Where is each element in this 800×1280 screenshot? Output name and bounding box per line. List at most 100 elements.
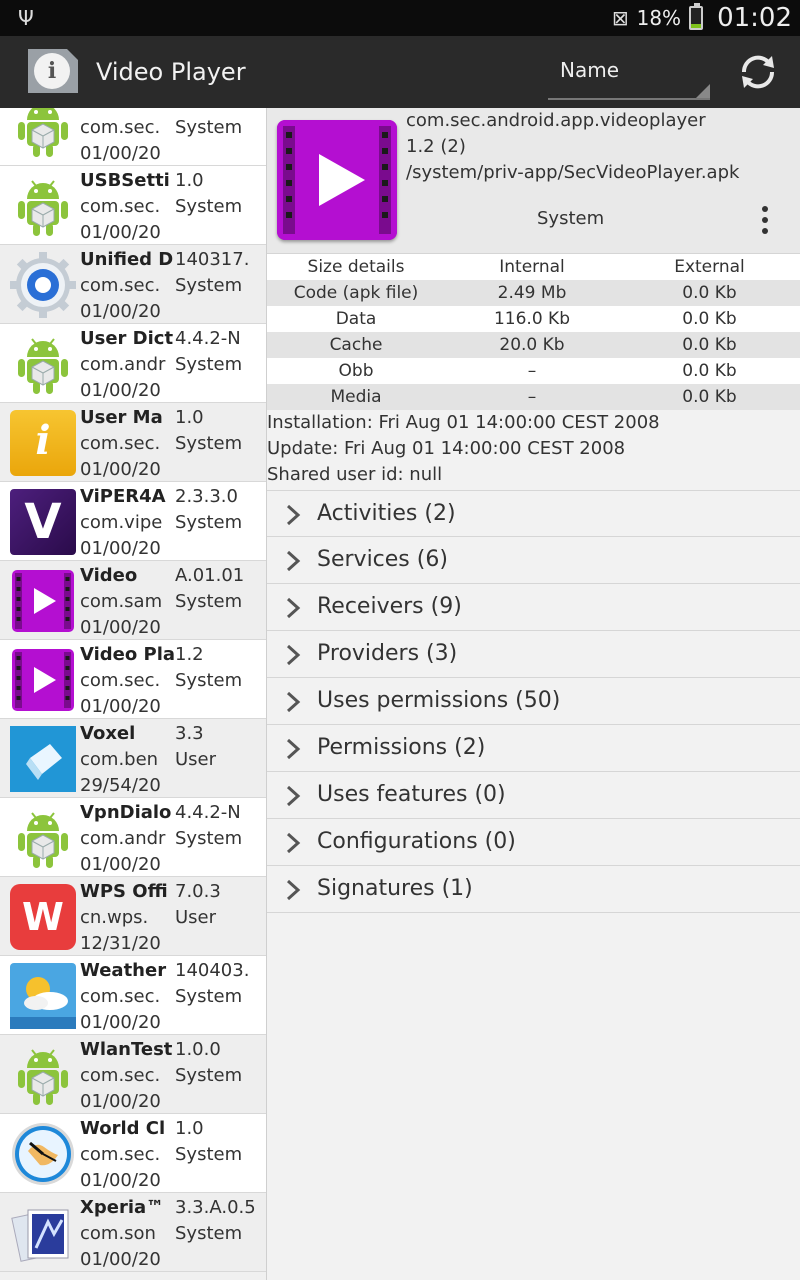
overflow-menu-icon[interactable] xyxy=(755,204,775,236)
size-table-cell: 0.0 Kb xyxy=(682,387,737,407)
usb-icon: Ψ xyxy=(18,6,34,30)
chevron-right-icon xyxy=(286,597,301,619)
detail-sections: Activities (2) Services (6) Receivers (9) P… xyxy=(267,490,800,913)
app-version: 7.0.3 xyxy=(175,881,221,902)
app-type: System xyxy=(175,828,243,849)
app-type: System xyxy=(175,117,243,138)
app-list-item[interactable]: WlanTest 1.0.0 com.sec. System 01/00/20 xyxy=(0,1035,266,1114)
usermanual-app-icon: i xyxy=(10,410,76,476)
spinner-arrow-icon xyxy=(696,84,710,98)
update-date: Update: Fri Aug 01 14:00:00 CEST 2008 xyxy=(267,438,626,459)
app-type: User xyxy=(175,749,217,770)
detail-section-8[interactable]: Signatures (1) xyxy=(267,866,800,913)
size-table-row: Media – 0.0 Kb xyxy=(267,384,800,410)
size-table-cell: Obb xyxy=(338,361,374,381)
chevron-right-icon xyxy=(286,879,301,901)
detail-section-label: Services (6) xyxy=(317,547,448,572)
app-list-item[interactable]: W WPS Offi 7.0.3 cn.wps. User 12/31/20 xyxy=(0,877,266,956)
detail-section-label: Providers (3) xyxy=(317,641,458,666)
size-table-header-cell: Size details xyxy=(307,257,405,277)
app-list-item[interactable]: V ViPER4A 2.3.3.0 com.vipe System 01/00/20 xyxy=(0,482,266,561)
size-table-row: Data 116.0 Kb 0.0 Kb xyxy=(267,306,800,332)
app-name: VpnDialo xyxy=(80,802,172,823)
detail-section-label: Configurations (0) xyxy=(317,829,516,854)
app-list-item[interactable]: VpnDialo 4.4.2-N com.andr System 01/00/20 xyxy=(0,798,266,877)
app-list-item[interactable]: com.sec. System 01/00/20 xyxy=(0,108,266,166)
app-name: Video Pla xyxy=(80,644,174,665)
detail-section-label: Activities (2) xyxy=(317,501,456,526)
info-icon[interactable]: i xyxy=(28,49,78,93)
detail-section-label: Receivers (9) xyxy=(317,594,462,619)
app-version: 2.3.3.0 xyxy=(175,486,238,507)
app-package: com.sec. xyxy=(80,433,161,454)
app-name: WlanTest xyxy=(80,1039,173,1060)
size-table-cell: Data xyxy=(335,309,377,329)
clock-app-icon xyxy=(10,1121,76,1187)
app-type: System xyxy=(175,512,243,533)
detail-section-5[interactable]: Permissions (2) xyxy=(267,725,800,772)
size-table-cell: – xyxy=(527,361,537,381)
detail-section-6[interactable]: Uses features (0) xyxy=(267,772,800,819)
app-list-item[interactable]: USBSetti 1.0 com.sec. System 01/00/20 xyxy=(0,166,266,245)
app-version: 140403. xyxy=(175,960,250,981)
app-list[interactable]: com.sec. System 01/00/20 USBSetti 1.0 com.sec… xyxy=(0,108,267,1280)
detail-section-1[interactable]: Services (6) xyxy=(267,537,800,584)
app-name: Weather xyxy=(80,960,167,981)
app-type: System xyxy=(175,1144,243,1165)
app-list-item[interactable]: Video A.01.01 com.sam System 01/00/20 xyxy=(0,561,266,640)
app-list-item[interactable]: User Dict 4.4.2-N com.andr System 01/00/20 xyxy=(0,324,266,403)
app-date: 01/00/20 xyxy=(80,459,161,480)
video-player-icon xyxy=(277,120,397,240)
app-package: com.sec. xyxy=(80,986,161,1007)
refresh-icon[interactable] xyxy=(736,50,780,94)
app-name: User Dict xyxy=(80,328,174,349)
chevron-right-icon xyxy=(286,785,301,807)
app-version: 1.0 xyxy=(175,407,204,428)
detail-section-2[interactable]: Receivers (9) xyxy=(267,584,800,631)
detail-section-7[interactable]: Configurations (0) xyxy=(267,819,800,866)
voxel-app-icon xyxy=(10,726,76,792)
app-date: 01/00/20 xyxy=(80,696,161,717)
detail-section-0[interactable]: Activities (2) xyxy=(267,490,800,537)
app-list-item[interactable]: i User Ma 1.0 com.sec. System 01/00/20 xyxy=(0,403,266,482)
app-type: User xyxy=(175,907,217,928)
app-date: 01/00/20 xyxy=(80,1249,161,1270)
page-title: Video Player xyxy=(96,58,246,86)
app-date: 01/00/20 xyxy=(80,1091,161,1112)
size-table-cell: 20.0 Kb xyxy=(499,335,565,355)
app-list-item[interactable]: Xperia™ 3.3.A.0.5 com.son System 01/00/20 xyxy=(0,1193,266,1272)
app-name: USBSetti xyxy=(80,170,170,191)
app-list-item[interactable]: World Cl 1.0 com.sec. System 01/00/20 xyxy=(0,1114,266,1193)
app-type: System xyxy=(175,196,243,217)
video-app-icon xyxy=(10,568,76,634)
app-version: 4.4.2-N xyxy=(175,328,241,349)
app-name: WPS Offi xyxy=(80,881,168,902)
size-table-cell: 0.0 Kb xyxy=(682,361,737,381)
app-package: com.andr xyxy=(80,828,166,849)
android-app-icon xyxy=(10,108,76,160)
app-list-item[interactable]: Weather 140403. com.sec. System 01/00/20 xyxy=(0,956,266,1035)
sort-spinner[interactable]: Name xyxy=(548,50,710,100)
battery-percent: 18% xyxy=(636,6,682,30)
android-app-icon xyxy=(10,331,76,397)
chevron-right-icon xyxy=(286,738,301,760)
app-version: 140317. xyxy=(175,249,250,270)
app-list-item[interactable]: Video Pla 1.2 com.sec. System 01/00/20 xyxy=(0,640,266,719)
app-version: 3.3 xyxy=(175,723,204,744)
app-package: com.sec. xyxy=(80,196,161,217)
app-version: 1.0 xyxy=(175,1118,204,1139)
app-version: 4.4.2-N xyxy=(175,802,241,823)
size-table-cell: Code (apk file) xyxy=(293,283,419,303)
app-type: System xyxy=(175,1065,243,1086)
size-table-cell: 2.49 Mb xyxy=(497,283,567,303)
chevron-right-icon xyxy=(286,644,301,666)
size-table-cell: Cache xyxy=(329,335,383,355)
vibrate-mute-icon: ⊠ xyxy=(611,6,629,30)
app-package: cn.wps. xyxy=(80,907,149,928)
app-list-item[interactable]: Unified D 140317. com.sec. System 01/00/20 xyxy=(0,245,266,324)
size-table-row: Obb – 0.0 Kb xyxy=(267,358,800,384)
app-package: com.sec. xyxy=(80,1065,161,1086)
app-list-item[interactable]: Voxel 3.3 com.ben User 29/54/20 xyxy=(0,719,266,798)
detail-section-4[interactable]: Uses permissions (50) xyxy=(267,678,800,725)
detail-section-3[interactable]: Providers (3) xyxy=(267,631,800,678)
